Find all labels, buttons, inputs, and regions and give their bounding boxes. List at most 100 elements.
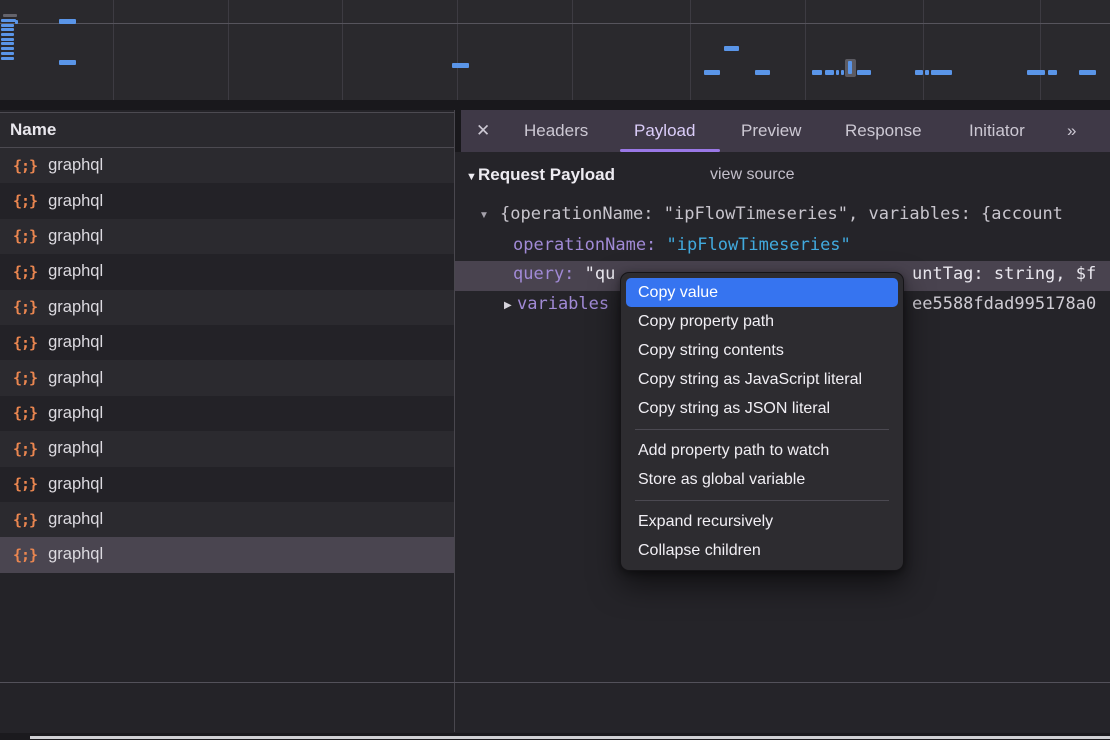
request-row[interactable]: {;} graphql <box>0 360 454 395</box>
menu-item-copy-string-js-literal[interactable]: Copy string as JavaScript literal <box>621 365 903 394</box>
section-disclosure-icon[interactable]: ▼ <box>466 171 477 183</box>
property-key: operationName: <box>513 235 656 255</box>
timeline-bar <box>925 70 929 75</box>
request-row[interactable]: {;} graphql <box>0 325 454 360</box>
grid-line <box>228 0 229 100</box>
grid-line <box>457 0 458 100</box>
timeline-bar <box>931 70 952 75</box>
request-row[interactable]: {;}graphql <box>0 396 454 431</box>
timeline-bar <box>1 52 14 55</box>
close-detail-pane-button[interactable]: ✕ <box>476 110 490 152</box>
property-value-right: ee5588fdad995178a0 <box>912 294 1096 314</box>
grid-line <box>572 0 573 100</box>
timeline-bar <box>1 24 14 27</box>
json-file-icon: {;} <box>13 192 37 210</box>
tab-headers[interactable]: Headers <box>524 110 588 152</box>
more-tabs-button[interactable]: » <box>1067 110 1074 152</box>
payload-root-preview: {operationName: "ipFlowTimeseries", vari… <box>500 204 1063 224</box>
timeline-bar <box>836 70 839 75</box>
request-row[interactable]: {;} graphql <box>0 467 454 502</box>
active-tab-underline <box>620 149 720 152</box>
request-name: graphql <box>48 475 103 494</box>
json-file-icon: {;} <box>13 546 37 564</box>
timeline-bar <box>1 47 14 50</box>
request-name: graphql <box>48 404 103 423</box>
grid-line <box>1040 0 1041 100</box>
grid-line <box>805 0 806 100</box>
request-name: graphql <box>48 333 103 352</box>
request-name: graphql <box>48 510 103 529</box>
request-rows: {;} graphql {;} graphql {;} graphql {;} grap… <box>0 148 454 573</box>
grid-line <box>690 0 691 100</box>
timeline-bar <box>1048 70 1057 75</box>
request-row[interactable]: {;}graphql <box>0 254 454 289</box>
expand-arrow-icon[interactable]: ▼ <box>479 210 489 221</box>
timeline-bar <box>1 42 14 45</box>
json-file-icon: {;} <box>13 263 37 281</box>
request-row-selected[interactable]: {;} graphql <box>0 537 454 572</box>
request-name: graphql <box>48 192 103 211</box>
tab-initiator[interactable]: Initiator <box>969 110 1025 152</box>
menu-item-add-property-path-to-watch[interactable]: Add property path to watch <box>621 436 903 465</box>
json-file-icon: {;} <box>13 369 37 387</box>
tabbar-notch <box>455 110 461 152</box>
payload-operation-row[interactable]: operationName: "ipFlowTimeseries" <box>455 232 1110 261</box>
overview-divider <box>0 100 1110 110</box>
timeline-bar <box>452 63 469 68</box>
timeline-bar <box>755 70 770 75</box>
timeline-bar <box>59 19 76 24</box>
timeline-bar <box>841 70 844 75</box>
timeline-bar <box>825 70 834 75</box>
request-row[interactable]: {;} graphql <box>0 219 454 254</box>
json-file-icon: {;} <box>13 334 37 352</box>
summary-divider <box>0 682 1110 683</box>
view-source-link[interactable]: view source <box>710 166 794 184</box>
payload-root-row[interactable]: ▼ {operationName: "ipFlowTimeseries", va… <box>455 201 1110 230</box>
json-file-icon: {;} <box>13 227 37 245</box>
timeline-bar <box>1 57 14 60</box>
request-row[interactable]: {;} graphql <box>0 183 454 218</box>
request-row[interactable]: {;} graphql <box>0 290 454 325</box>
property-value-right: untTag: string, $f <box>912 264 1096 284</box>
timeline-bar <box>1 19 16 22</box>
timeline-bar <box>3 14 17 17</box>
request-name: graphql <box>48 227 103 246</box>
devtools-network-panel: Name {;} graphql {;} graphql {;} graphql {;… <box>0 0 1110 740</box>
tab-payload[interactable]: Payload <box>634 110 695 152</box>
menu-item-copy-string-contents[interactable]: Copy string contents <box>621 336 903 365</box>
section-title: Request Payload <box>478 165 615 185</box>
request-name: graphql <box>48 545 103 564</box>
timeline-bar <box>1079 70 1096 75</box>
request-row[interactable]: {;} graphql <box>0 431 454 466</box>
grid-line <box>923 0 924 100</box>
tab-response[interactable]: Response <box>845 110 922 152</box>
property-value: "ipFlowTimeseries" <box>667 235 851 255</box>
screen-bottom-edge <box>30 736 1110 739</box>
request-name: graphql <box>48 156 103 175</box>
timeline-bar <box>1 28 14 31</box>
detail-tabbar: ✕ Headers Payload Preview Response Initi… <box>455 110 1110 152</box>
json-file-icon: {;} <box>13 298 37 316</box>
json-file-icon: {;} <box>13 475 37 493</box>
menu-separator <box>635 500 889 501</box>
timeline-bar <box>915 70 923 75</box>
menu-item-store-as-global-variable[interactable]: Store as global variable <box>621 465 903 494</box>
menu-item-copy-property-path[interactable]: Copy property path <box>621 307 903 336</box>
network-overview[interactable] <box>0 0 1110 100</box>
collapsed-arrow-icon[interactable]: ▶ <box>504 300 512 311</box>
column-header-name[interactable]: Name <box>0 112 454 148</box>
request-row[interactable]: {;}graphql <box>0 502 454 537</box>
menu-item-expand-recursively[interactable]: Expand recursively <box>621 507 903 536</box>
request-payload-section-header: ▼ Request Payload view source <box>455 163 1110 191</box>
menu-item-collapse-children[interactable]: Collapse children <box>621 536 903 565</box>
menu-item-copy-string-json-literal[interactable]: Copy string as JSON literal <box>621 394 903 423</box>
json-file-icon: {;} <box>13 440 37 458</box>
request-name: graphql <box>48 369 103 388</box>
request-row[interactable]: {;}graphql <box>0 148 454 183</box>
timeline-bar <box>724 46 739 51</box>
property-key: query: <box>513 264 574 284</box>
tab-preview[interactable]: Preview <box>741 110 801 152</box>
request-name: graphql <box>48 298 103 317</box>
request-name: graphql <box>48 439 103 458</box>
menu-item-copy-value[interactable]: Copy value <box>626 278 898 307</box>
